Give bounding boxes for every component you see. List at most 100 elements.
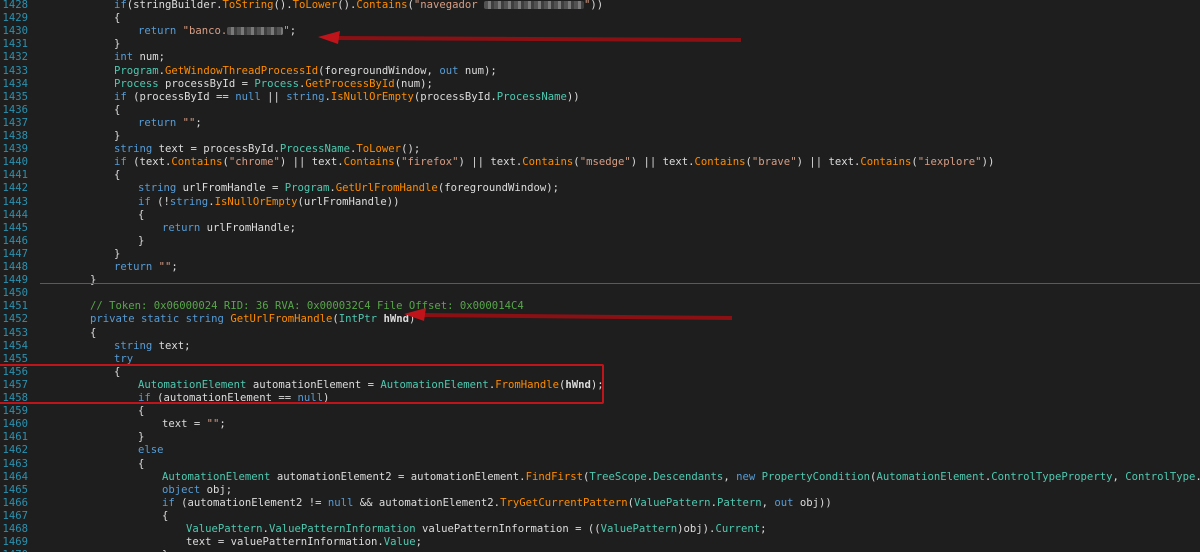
code-token: num); [458, 64, 497, 77]
line-number: 1447 [2, 247, 28, 260]
code-token: } [90, 274, 97, 287]
code-line: 1432 int num; [0, 51, 1200, 64]
line-number: 1442 [2, 182, 28, 195]
code-line: 1467 { [0, 510, 1200, 523]
code-token: ; [289, 25, 297, 38]
code-token: int [114, 51, 134, 64]
code-token: } [114, 38, 121, 51]
code-token: string [286, 90, 325, 103]
code-token: Contains [522, 156, 574, 169]
line-number: 1441 [2, 169, 28, 182]
line-number: 1432 [2, 51, 28, 64]
code-text: { [138, 458, 144, 471]
code-line: 1459 { [0, 405, 1200, 418]
line-number: 1443 [2, 195, 28, 208]
code-token: try [114, 352, 134, 365]
code-token: ControlTypeProperty [991, 470, 1113, 483]
code-token: ProcessName [496, 90, 567, 103]
code-text: } [90, 274, 96, 287]
code-text: else [138, 444, 164, 457]
code-token: PropertyCondition [761, 470, 871, 483]
code-token: Contains [356, 0, 408, 11]
code-line: 1466 if (automationElement2 != null && au… [0, 497, 1200, 510]
code-token: private static string [90, 313, 231, 326]
code-token: Program [284, 182, 330, 195]
code-token: IntPtr [338, 313, 378, 326]
code-token: stringBuilder. [133, 0, 223, 11]
code-token: ; [219, 418, 226, 431]
code-text: if(stringBuilder.ToString().ToLower().Co… [114, 0, 603, 12]
code-token: "msedge" [579, 156, 631, 169]
code-token: num; [133, 51, 166, 64]
code-token: return [114, 261, 159, 273]
code-text: } [138, 431, 144, 444]
code-text: return ""; [114, 261, 178, 274]
code-token: ; [195, 116, 202, 129]
code-token: { [114, 169, 121, 182]
code-token: (! [150, 195, 170, 208]
code-token: (text. [126, 156, 172, 169]
code-editor[interactable]: 1428 if(stringBuilder.ToString().ToLower(… [0, 0, 1200, 552]
code-token: )obj). [677, 523, 716, 535]
code-text: AutomationElement automationElement2 = a… [162, 471, 1200, 484]
code-token: string [169, 195, 209, 208]
line-number: 1430 [2, 25, 28, 38]
code-token: AutomationElement [162, 470, 271, 483]
code-token: ToString [222, 0, 274, 11]
code-token: string [114, 339, 153, 352]
code-token: { [90, 326, 97, 339]
line-number: 1454 [2, 339, 28, 352]
code-line: 1468 ValuePattern.ValuePatternInformation… [0, 523, 1200, 536]
code-token: GetUrlFromHandle [335, 182, 438, 195]
line-number: 1452 [2, 313, 28, 326]
code-line: 1436 { [0, 104, 1200, 117]
code-token: )) [566, 90, 580, 103]
code-text: return ""; [138, 117, 202, 130]
code-token: GetProcessById [305, 77, 395, 90]
code-text: text = ""; [162, 418, 226, 431]
code-token: Contains [860, 156, 912, 169]
code-token: "" [206, 418, 220, 431]
code-token: "chrome" [228, 156, 280, 169]
code-token: TryGetCurrentPattern [500, 496, 628, 509]
code-token: Contains [343, 156, 395, 169]
code-text: object obj; [162, 484, 232, 497]
code-text: if (text.Contains("chrome") || text.Cont… [114, 156, 994, 169]
code-token: text = [162, 418, 207, 431]
code-line: 1437 return ""; [0, 117, 1200, 130]
code-token: new [736, 470, 762, 483]
code-token: processById = [158, 77, 255, 90]
code-token: . [1195, 471, 1200, 483]
code-text: string urlFromHandle = Program.GetUrlFro… [138, 182, 559, 195]
code-token: if [114, 0, 127, 11]
code-token: if [114, 90, 127, 103]
code-token: return [162, 221, 201, 234]
code-line: 1465 object obj; [0, 484, 1200, 497]
code-text: { [90, 327, 96, 340]
code-token: } [138, 431, 145, 444]
code-token: } [114, 130, 121, 142]
line-number: 1463 [2, 457, 28, 470]
code-token: (foregroundWindow); [437, 182, 560, 195]
code-line: 1463 { [0, 458, 1200, 471]
code-line: 1464 AutomationElement automationElement2… [0, 471, 1200, 484]
code-text: private static string GetUrlFromHandle(I… [90, 313, 415, 326]
code-token: (). [337, 0, 357, 11]
line-number: 1446 [2, 234, 28, 247]
code-token: ; [171, 261, 178, 273]
code-line: 1429 { [0, 12, 1200, 25]
code-token: return [138, 25, 183, 38]
line-number: 1437 [2, 116, 28, 129]
code-token: text = processById. [152, 143, 280, 156]
code-token: ToLower [292, 0, 338, 11]
code-token: FindFirst [525, 470, 583, 483]
code-token: valuePatternInformation = (( [415, 523, 601, 535]
code-line: 1460 text = ""; [0, 418, 1200, 431]
code-token: ValuePattern [600, 523, 678, 535]
code-token: ) || text. [279, 156, 344, 169]
code-token: ToLower [356, 143, 402, 156]
code-token: ValuePattern [186, 523, 263, 535]
code-line: 1438} [0, 130, 1200, 143]
code-token: { [114, 12, 121, 25]
code-token: out [774, 496, 794, 509]
